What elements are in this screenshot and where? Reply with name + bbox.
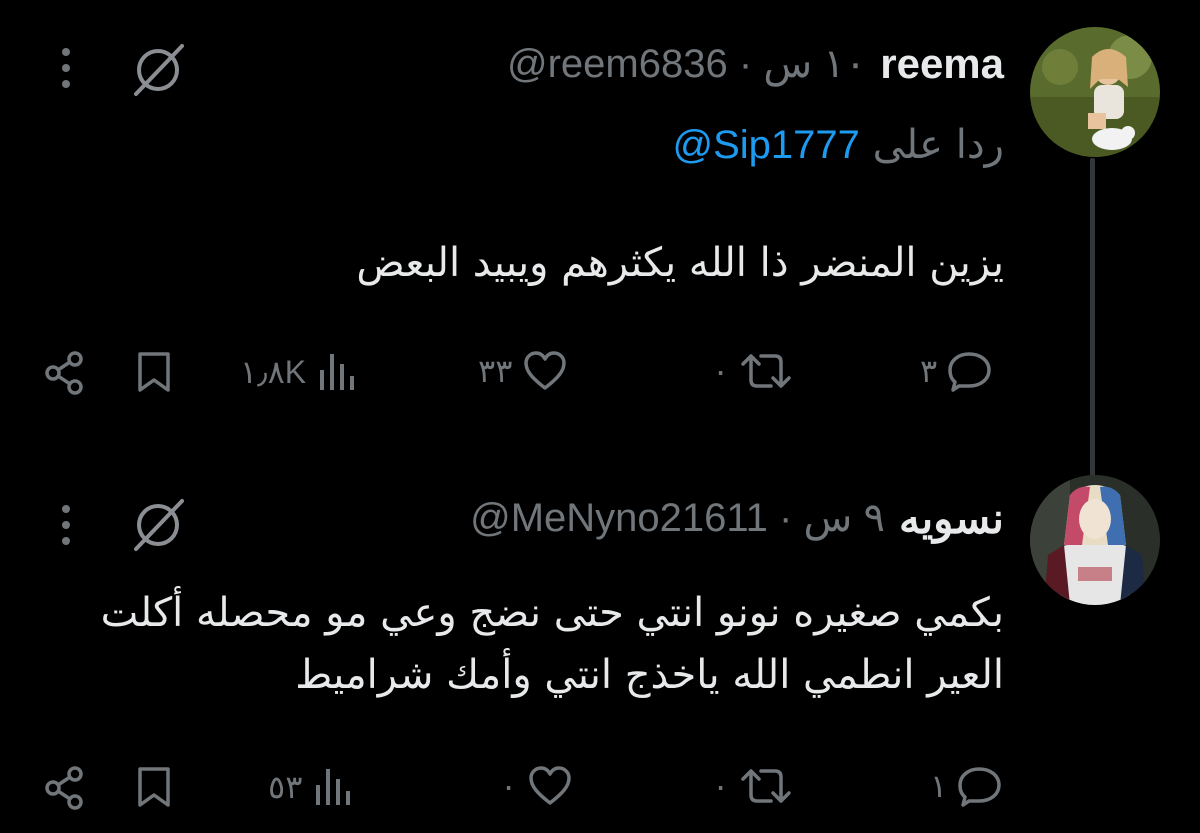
repost-count: ٠ bbox=[712, 768, 730, 804]
repost-button[interactable]: ٠ bbox=[712, 765, 793, 807]
heart-icon bbox=[529, 766, 571, 805]
avatar[interactable] bbox=[1030, 475, 1160, 605]
reply-button[interactable]: ١ bbox=[930, 765, 1003, 807]
separator-dot: · bbox=[738, 42, 753, 86]
reply-button[interactable]: ٣ bbox=[920, 350, 993, 392]
tweet-header: نسويه @MeNyno21611 · ٩ س bbox=[470, 488, 1004, 548]
repost-icon bbox=[741, 769, 791, 803]
bookmark-button[interactable] bbox=[134, 765, 174, 813]
share-button[interactable] bbox=[42, 350, 88, 400]
reply-prefix: ردا على bbox=[872, 122, 1004, 168]
timestamp[interactable]: ١٠ س bbox=[763, 41, 866, 87]
views-bar-chart-icon bbox=[316, 769, 351, 805]
separator-dot: · bbox=[779, 496, 793, 540]
share-button[interactable] bbox=[42, 765, 88, 815]
reply-context: ردا على @Sip1777 bbox=[672, 122, 1004, 168]
tweet-1[interactable]: reema @reem6836 · ١٠ س ردا على @Sip1777 … bbox=[0, 0, 1200, 483]
display-name[interactable]: reema bbox=[880, 40, 1004, 88]
share-icon bbox=[45, 351, 83, 395]
bookmark-icon bbox=[138, 352, 170, 392]
like-button[interactable]: ٠ bbox=[500, 765, 573, 807]
more-vertical-icon[interactable] bbox=[56, 44, 76, 100]
bookmark-icon bbox=[138, 767, 170, 807]
tweet-header: reema @reem6836 · ١٠ س bbox=[507, 34, 1004, 94]
views-count: ٥٣ bbox=[268, 769, 303, 805]
more-vertical-icon[interactable] bbox=[56, 501, 76, 557]
like-count: ٣٣ bbox=[478, 353, 513, 389]
reply-count: ١ bbox=[930, 768, 948, 804]
bookmark-button[interactable] bbox=[134, 350, 174, 398]
handle-and-time: @MeNyno21611 · ٩ س bbox=[470, 495, 885, 541]
handle[interactable]: @reem6836 bbox=[507, 42, 728, 86]
handle[interactable]: @MeNyno21611 bbox=[470, 496, 768, 540]
avatar[interactable] bbox=[1030, 27, 1160, 157]
repost-count: ٠ bbox=[712, 353, 730, 389]
avatar-girl-with-rabbit-image bbox=[1030, 27, 1160, 157]
reply-count: ٣ bbox=[920, 353, 938, 389]
timestamp[interactable]: ٩ س bbox=[804, 495, 885, 541]
tweet-text: يزين المنضر ذا الله يكثرهم ويبيد البعض bbox=[104, 232, 1004, 294]
tweet-2[interactable]: نسويه @MeNyno21611 · ٩ س بكمي صغيره نونو… bbox=[0, 455, 1200, 833]
thread-connector-line bbox=[1090, 158, 1095, 483]
like-button[interactable]: ٣٣ bbox=[478, 350, 568, 392]
reply-bubble-icon bbox=[948, 352, 991, 392]
heart-icon bbox=[524, 351, 567, 390]
avatar-harley-quinn-image bbox=[1030, 475, 1160, 605]
tweet-text-line: بكمي صغيره نونو انتي حتى نضج وعي مو محصل… bbox=[100, 590, 1004, 636]
tweet-text-line: يزين المنضر ذا الله يكثرهم ويبيد البعض bbox=[356, 240, 1004, 286]
reply-mention-link[interactable]: @Sip1777 bbox=[672, 123, 859, 168]
like-count: ٠ bbox=[500, 768, 518, 804]
grok-icon[interactable] bbox=[128, 493, 188, 553]
repost-icon bbox=[741, 354, 791, 388]
share-icon bbox=[45, 766, 83, 810]
display-name[interactable]: نسويه bbox=[899, 494, 1004, 543]
repost-button[interactable]: ٠ bbox=[712, 350, 793, 392]
tweet-text-line: العير انطمي الله ياخذج انتي وأمك شراميط bbox=[295, 652, 1004, 698]
reply-bubble-icon bbox=[958, 767, 1001, 807]
handle-and-time: @reem6836 · ١٠ س bbox=[507, 41, 866, 87]
views-button[interactable]: ٥٣ bbox=[268, 765, 356, 809]
views-button[interactable]: ١٫٨K bbox=[240, 350, 360, 394]
views-bar-chart-icon bbox=[320, 354, 355, 390]
views-count: ١٫٨K bbox=[240, 354, 307, 390]
grok-icon[interactable] bbox=[128, 38, 188, 98]
tweet-text: بكمي صغيره نونو انتي حتى نضج وعي مو محصل… bbox=[44, 582, 1004, 706]
